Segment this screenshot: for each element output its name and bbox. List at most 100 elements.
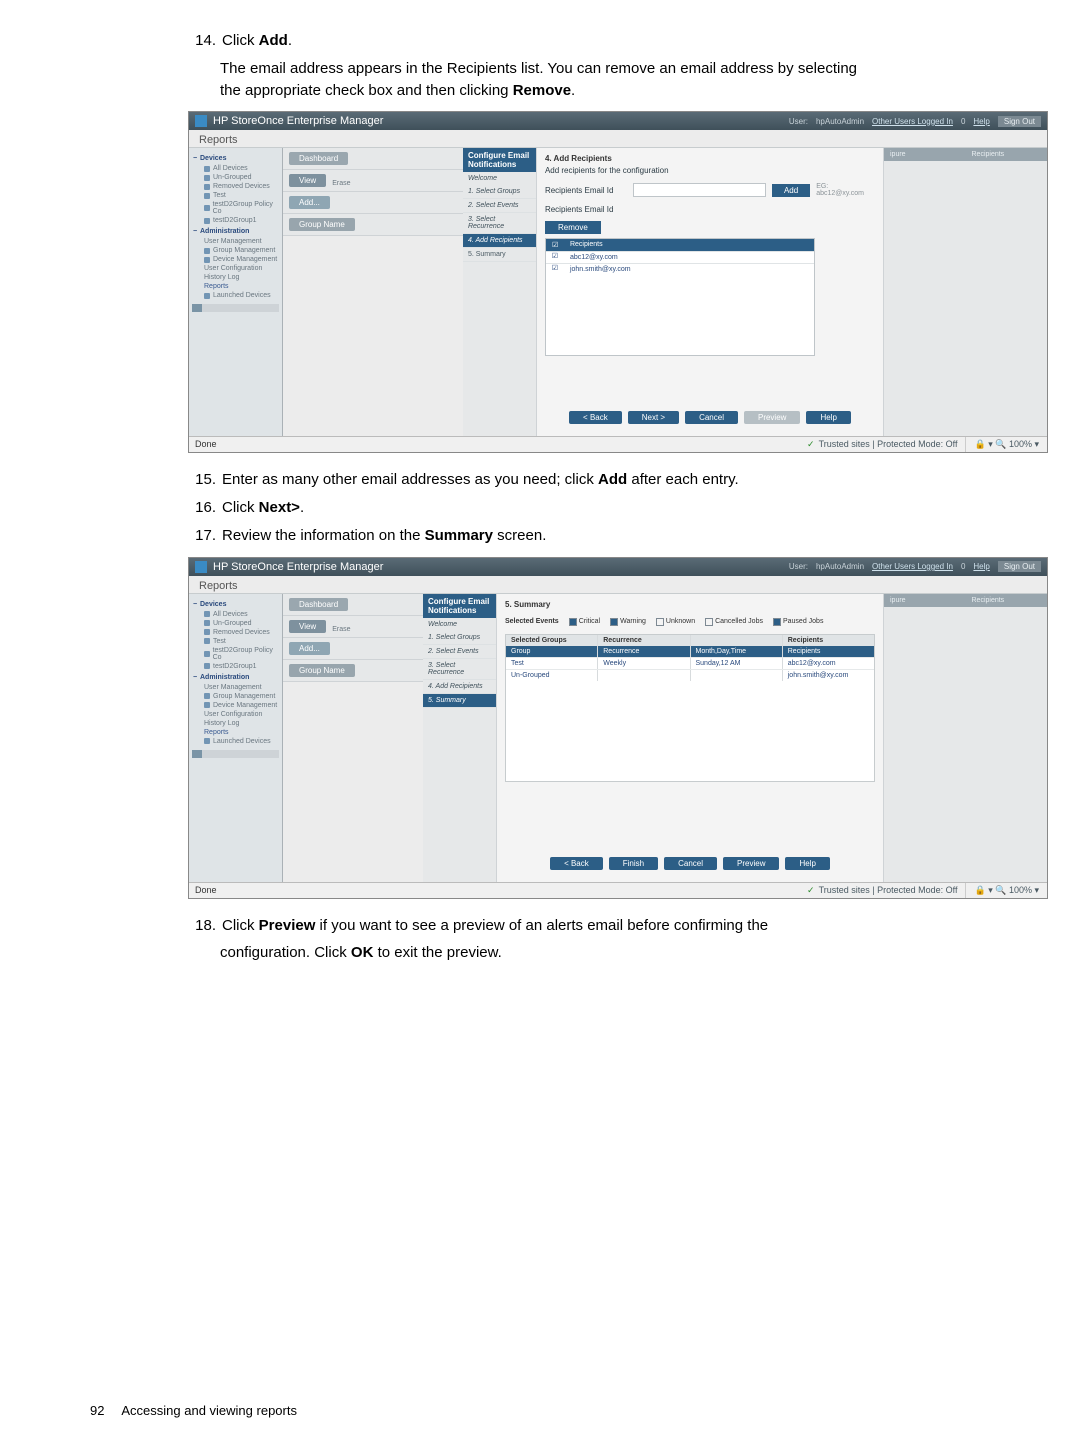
table-row: Test Weekly Sunday,12 AM abc12@xy.com bbox=[506, 657, 874, 669]
nav-scrollbar[interactable] bbox=[192, 304, 279, 312]
hp-logo-icon bbox=[195, 115, 207, 127]
other-users-link[interactable]: Other Users Logged In bbox=[872, 117, 953, 126]
other-users-link[interactable]: Other Users Logged In bbox=[872, 562, 953, 571]
recipients-table: ☑ Recipients ☑ abc12@xy.com ☑ john.smith… bbox=[545, 238, 815, 356]
nav-user-config[interactable]: User Configuration bbox=[192, 264, 279, 273]
sign-out-button[interactable]: Sign Out bbox=[998, 561, 1041, 572]
next-button[interactable]: Next > bbox=[628, 411, 679, 424]
step-16: 16.Click Next>. bbox=[188, 497, 990, 519]
wizard-step-1[interactable]: 1. Select Groups bbox=[463, 185, 536, 199]
nav-user-mgmt[interactable]: User Management bbox=[192, 237, 279, 246]
step-15: 15.Enter as many other email addresses a… bbox=[188, 469, 990, 491]
app-title-bar: HP StoreOnce Enterprise Manager User: hp… bbox=[189, 112, 1047, 130]
tab-reports[interactable]: Reports bbox=[195, 579, 242, 593]
app-title-bar: HP StoreOnce Enterprise Manager User: hp… bbox=[189, 558, 1047, 576]
help-link[interactable]: Help bbox=[973, 562, 989, 571]
app-title: HP StoreOnce Enterprise Manager bbox=[213, 115, 383, 127]
wizard-panel-summary: 5. Summary Selected Events Critical Warn… bbox=[497, 594, 883, 882]
tab-bar: Reports bbox=[189, 130, 1047, 148]
nav-all-devices[interactable]: All Devices bbox=[192, 164, 279, 173]
nav-group-mgmt[interactable]: Group Management bbox=[192, 246, 279, 255]
zoom-icon: 🔍 bbox=[995, 439, 1009, 449]
add-toolbar-button[interactable]: Add... bbox=[289, 642, 330, 655]
help-link[interactable]: Help bbox=[973, 117, 989, 126]
checkbox-warning bbox=[610, 618, 618, 626]
nav-policy[interactable]: testD2Group Policy Co bbox=[192, 200, 279, 216]
nav-launched[interactable]: Launched Devices bbox=[192, 291, 279, 300]
wizard-panel-add-recipients: 4. Add Recipients Add recipients for the… bbox=[537, 148, 883, 436]
table-row: Un-Grouped john.smith@xy.com bbox=[506, 669, 874, 681]
nav-admin[interactable]: −Administration bbox=[192, 228, 279, 235]
step-14-detail: The email address appears in the Recipie… bbox=[220, 58, 990, 102]
group-name-column[interactable]: Group Name bbox=[289, 218, 355, 231]
help-button[interactable]: Help bbox=[785, 857, 829, 870]
wizard-steps: Configure Email Notifications Welcome 1.… bbox=[463, 148, 537, 436]
email-label: Recipients Email Id bbox=[545, 186, 627, 195]
step-18: 18.Click Preview if you want to see a pr… bbox=[188, 915, 990, 937]
remove-button[interactable]: Remove bbox=[545, 221, 601, 234]
checkbox-unknown bbox=[656, 618, 664, 626]
checkbox-critical bbox=[569, 618, 577, 626]
wizard-step-5[interactable]: 5. Summary bbox=[423, 694, 496, 708]
wizard-header: Configure Email Notifications bbox=[463, 148, 536, 172]
security-icon: 🔒 ▾ bbox=[974, 885, 995, 895]
wizard-step-5[interactable]: 5. Summary bbox=[463, 248, 536, 262]
security-icon: 🔒 ▾ bbox=[974, 439, 995, 449]
table-row[interactable]: ☑ abc12@xy.com bbox=[546, 251, 814, 263]
nav-reports[interactable]: Reports bbox=[192, 282, 279, 291]
checkbox-paused bbox=[773, 618, 781, 626]
selected-events: Selected Events Critical Warning Unknown… bbox=[505, 618, 875, 626]
zoom-icon: 🔍 bbox=[995, 885, 1009, 895]
browser-status-bar: Done ✓Trusted sites | Protected Mode: Of… bbox=[189, 436, 1047, 452]
sign-out-button[interactable]: Sign Out bbox=[998, 116, 1041, 127]
nav-scrollbar[interactable] bbox=[192, 750, 279, 758]
checkbox-cancelled bbox=[705, 618, 713, 626]
tab-reports[interactable]: Reports bbox=[195, 133, 242, 147]
add-button[interactable]: Add bbox=[772, 184, 810, 197]
table-row[interactable]: ☑ john.smith@xy.com bbox=[546, 263, 814, 275]
preview-button[interactable]: Preview bbox=[723, 857, 779, 870]
summary-table: Selected Groups Recurrence Recipients Gr… bbox=[505, 634, 875, 782]
nav-group1[interactable]: testD2Group1 bbox=[192, 216, 279, 225]
back-button[interactable]: < Back bbox=[550, 857, 603, 870]
nav-removed[interactable]: Removed Devices bbox=[192, 182, 279, 191]
right-panel: ipure Recipients bbox=[883, 148, 1047, 436]
nav-ungrouped[interactable]: Un-Grouped bbox=[192, 173, 279, 182]
nav-history[interactable]: History Log bbox=[192, 273, 279, 282]
screenshot-summary: HP StoreOnce Enterprise Manager User: hp… bbox=[188, 557, 1048, 899]
toolbar: Dashboard bbox=[283, 148, 463, 170]
row-checkbox[interactable]: ☑ bbox=[546, 252, 564, 263]
page-footer: 92 Accessing and viewing reports bbox=[90, 1403, 297, 1418]
add-toolbar-button[interactable]: Add... bbox=[289, 196, 330, 209]
view-button[interactable]: View bbox=[289, 174, 326, 187]
wizard-step-3[interactable]: 3. Select Recurrence bbox=[463, 213, 536, 234]
wizard-step-2[interactable]: 2. Select Events bbox=[463, 199, 536, 213]
finish-button[interactable]: Finish bbox=[609, 857, 658, 870]
nav-tree: −Devices All Devices Un-Grouped Removed … bbox=[189, 148, 283, 436]
page-number: 92 bbox=[90, 1403, 104, 1418]
back-button[interactable]: < Back bbox=[569, 411, 622, 424]
dashboard-button[interactable]: Dashboard bbox=[289, 152, 348, 165]
cancel-button[interactable]: Cancel bbox=[685, 411, 738, 424]
footer-title: Accessing and viewing reports bbox=[121, 1403, 297, 1418]
recipients-column: Recipients bbox=[564, 239, 814, 251]
help-button[interactable]: Help bbox=[806, 411, 850, 424]
select-all-checkbox[interactable]: ☑ bbox=[546, 239, 564, 251]
row-checkbox[interactable]: ☑ bbox=[546, 264, 564, 275]
dashboard-button[interactable]: Dashboard bbox=[289, 598, 348, 611]
recipient-email-input[interactable] bbox=[633, 183, 766, 197]
nav-devices[interactable]: −Devices bbox=[192, 155, 279, 162]
nav-test[interactable]: Test bbox=[192, 191, 279, 200]
hp-logo-icon bbox=[195, 561, 207, 573]
nav-tree: −Devices All Devices Un-Grouped Removed … bbox=[189, 594, 283, 882]
preview-button: Preview bbox=[744, 411, 800, 424]
step-14: 14.Click Add. bbox=[188, 30, 990, 52]
panel-title: 4. Add Recipients bbox=[545, 154, 875, 163]
step-17: 17.Review the information on the Summary… bbox=[188, 525, 990, 547]
nav-device-mgmt[interactable]: Device Management bbox=[192, 255, 279, 264]
check-icon: ✓ bbox=[807, 885, 815, 895]
wizard-step-4[interactable]: 4. Add Recipients bbox=[463, 234, 536, 248]
view-button[interactable]: View bbox=[289, 620, 326, 633]
check-icon: ✓ bbox=[807, 439, 815, 449]
cancel-button[interactable]: Cancel bbox=[664, 857, 717, 870]
